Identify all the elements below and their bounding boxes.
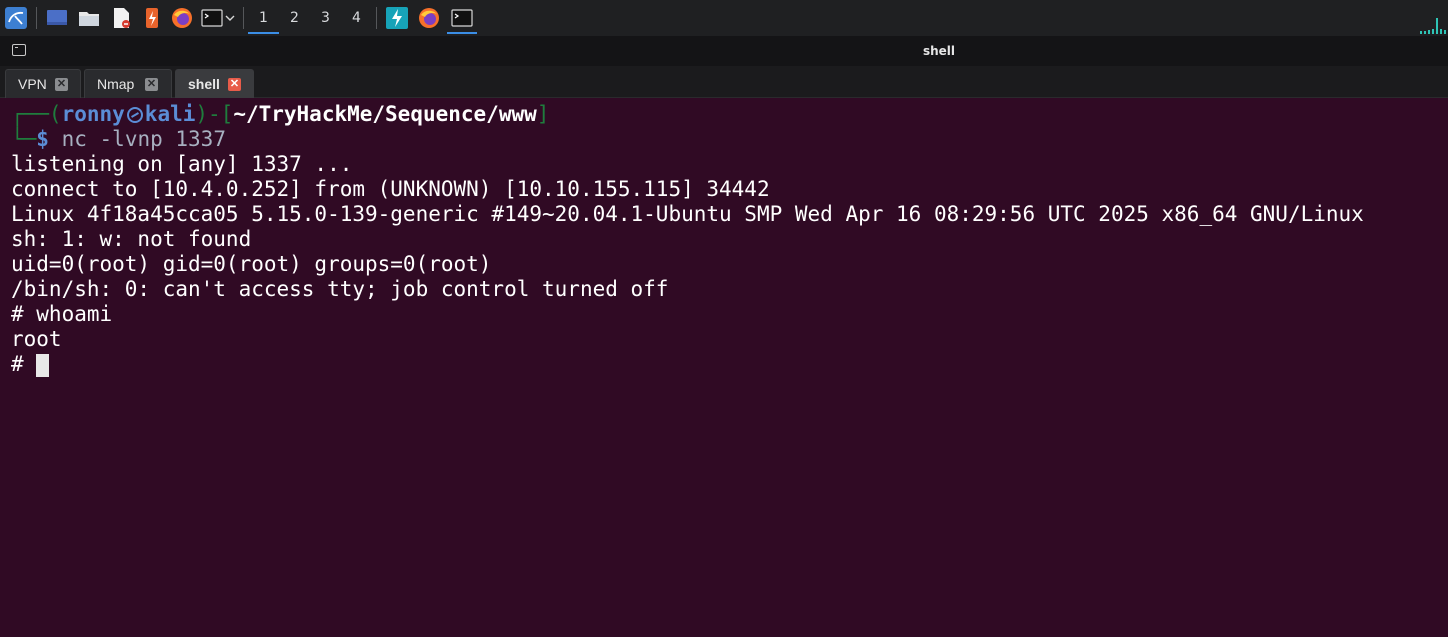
prompt-host: kali	[144, 102, 196, 126]
tab-shell[interactable]: shell ✕	[175, 69, 254, 98]
close-icon[interactable]: ✕	[228, 78, 241, 91]
kali-skull-icon	[126, 107, 143, 123]
panel-separator	[243, 7, 244, 29]
output-line: Linux 4f18a45cca05 5.15.0-139-generic #1…	[11, 202, 1364, 226]
prompt-frame: )-[	[195, 102, 234, 126]
firefox-icon	[419, 8, 439, 28]
output-line: #	[11, 352, 37, 376]
file-manager-button[interactable]	[73, 0, 105, 36]
show-desktop-button[interactable]	[41, 0, 73, 36]
tab-vpn[interactable]: VPN ✕	[5, 69, 81, 98]
prompt-line-2: └─$ nc -lvnp 1337	[11, 127, 226, 152]
window-titlebar[interactable]: shell	[0, 36, 1448, 66]
terminal-icon	[451, 9, 473, 27]
terminal-launcher-button[interactable]	[197, 0, 239, 36]
taskbar-firefox-window[interactable]	[413, 0, 445, 36]
network-monitor-graph[interactable]	[1420, 14, 1446, 34]
terminal-icon	[201, 9, 223, 27]
firefox-button[interactable]	[167, 0, 197, 36]
workspace-2[interactable]: 2	[279, 0, 310, 36]
output-line: listening on [any] 1337 ...	[11, 152, 353, 176]
text-editor-icon	[114, 8, 130, 28]
file-manager-icon	[79, 12, 99, 26]
output-line: uid=0(root) gid=0(root) groups=0(root)	[11, 252, 492, 276]
output-line: root	[11, 327, 62, 351]
taskbar-terminal-window[interactable]	[445, 0, 479, 36]
lightning-app-icon	[386, 7, 408, 29]
output-line: # whoami	[11, 302, 113, 326]
burpsuite-button[interactable]	[137, 0, 167, 36]
workspace-4[interactable]: 4	[341, 0, 372, 36]
firefox-icon	[172, 8, 192, 28]
output-line: connect to [10.4.0.252] from (UNKNOWN) […	[11, 177, 770, 201]
taskbar-burpsuite-window[interactable]	[381, 0, 413, 36]
kali-menu-button[interactable]	[0, 0, 32, 36]
tab-nmap[interactable]: Nmap ✕	[84, 69, 172, 98]
top-panel: 1 2 3 4	[0, 0, 1448, 36]
prompt-frame: └─	[11, 127, 37, 151]
terminal-output[interactable]: ┌──(ronny kali)-[~/TryHackMe/Sequence/www…	[0, 98, 1448, 637]
kali-menu-icon	[5, 7, 27, 29]
prompt-line-1: ┌──(ronny kali)-[~/TryHackMe/Sequence/www…	[11, 102, 549, 127]
window-title: shell	[922, 44, 956, 58]
text-editor-button[interactable]	[105, 0, 137, 36]
panel-separator	[376, 7, 377, 29]
workspace-3[interactable]: 3	[310, 0, 341, 36]
workspace-1[interactable]: 1	[248, 0, 279, 36]
close-icon[interactable]: ✕	[55, 78, 68, 91]
prompt-command: nc -lvnp 1337	[61, 127, 226, 151]
tab-label: Nmap	[97, 76, 135, 92]
close-icon[interactable]: ✕	[145, 78, 158, 91]
tab-label: shell	[188, 76, 220, 92]
output-line: /bin/sh: 0: can't access tty; job contro…	[11, 277, 669, 301]
terminal-cursor	[36, 354, 49, 377]
panel-separator	[36, 7, 37, 29]
prompt-frame: ]	[536, 102, 550, 126]
tab-bar: VPN ✕ Nmap ✕ shell ✕	[0, 66, 1448, 98]
prompt-path: ~/TryHackMe/Sequence/www	[233, 102, 537, 126]
burpsuite-icon	[146, 8, 158, 28]
tab-label: VPN	[18, 76, 47, 92]
output-line: sh: 1: w: not found	[11, 227, 252, 251]
prompt-frame: ┌──(	[11, 102, 62, 126]
show-desktop-icon	[47, 10, 67, 25]
prompt-user: ronny	[61, 102, 125, 126]
chevron-down-icon[interactable]	[225, 13, 235, 23]
prompt-dollar: $	[36, 127, 49, 151]
